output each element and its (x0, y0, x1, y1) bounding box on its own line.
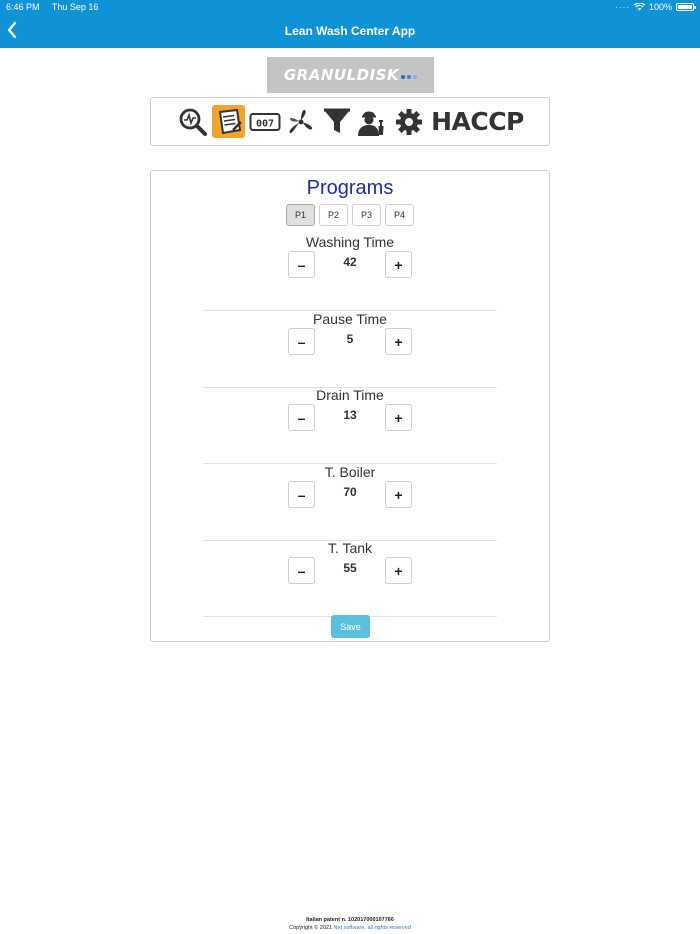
field-label: Drain Time (316, 387, 384, 403)
status-bar-left: 6:46 PM Thu Sep 16 (6, 2, 108, 12)
checklist-icon[interactable] (212, 105, 246, 138)
company-link[interactable]: Net software, all rights reserved (334, 925, 411, 931)
increment-button[interactable]: + (385, 251, 412, 278)
pause-time-field: Pause Time – 5 + (203, 311, 497, 388)
function-toolbar: 007 HACCP (150, 97, 550, 146)
status-date: Thu Sep 16 (51, 2, 99, 12)
washing-time-stepper: – 42 + (203, 251, 497, 279)
field-value: 70 (343, 485, 357, 499)
field-value: 42 (343, 255, 357, 269)
field-label: Washing Time (305, 234, 395, 250)
decrement-button[interactable]: – (288, 557, 315, 584)
washing-time-field: Washing Time – 42 + (203, 234, 497, 311)
battery-icon (676, 3, 696, 11)
field-label: T. Boiler (324, 464, 376, 480)
decrement-button[interactable]: – (288, 251, 315, 278)
drain-time-field: Drain Time – 13 + (203, 387, 497, 464)
field-label: Pause Time (313, 311, 387, 327)
programs-title: Programs (306, 177, 394, 199)
tab-p4[interactable]: P4 (385, 204, 414, 226)
filter-icon[interactable] (320, 105, 353, 138)
field-value: 55 (343, 561, 357, 575)
footer: Italian patent n. 102017000107766 Copyri… (0, 916, 700, 932)
programs-panel: Programs P1 P2 P3 P4 Washing Time – 42 +… (150, 170, 550, 642)
wifi-icon (633, 3, 645, 11)
fan-icon[interactable] (284, 105, 317, 138)
field-value: 13 (343, 408, 357, 422)
increment-button[interactable]: + (385, 557, 412, 584)
field-value: 5 (346, 332, 354, 346)
counter-icon[interactable]: 007 (248, 105, 281, 138)
app-header: 6:46 PM Thu Sep 16 ···· 100% Lean Wash C… (0, 0, 700, 48)
page-title: Lean Wash Center App (284, 24, 416, 38)
decrement-button[interactable]: – (288, 328, 315, 355)
boiler-temp-stepper: – 70 + (203, 481, 497, 509)
drain-time-stepper: – 13 + (203, 404, 497, 432)
logo-dots-icon (401, 75, 418, 79)
program-tabs: P1 P2 P3 P4 (151, 204, 549, 226)
haccp-button[interactable]: HACCP (431, 107, 524, 136)
search-graph-icon[interactable] (176, 105, 209, 138)
increment-button[interactable]: + (385, 481, 412, 508)
status-bar-right: ···· 100% (615, 2, 696, 12)
field-label: T. Tank (327, 540, 373, 556)
decrement-button[interactable]: – (288, 404, 315, 431)
copyright-line: Copyright © 2021 Net software, all right… (0, 924, 700, 932)
signal-dots-icon: ···· (615, 2, 630, 12)
patent-text: Italian patent n. 102017000107766 (306, 917, 394, 923)
tab-p2[interactable]: P2 (319, 204, 348, 226)
pause-time-stepper: – 5 + (203, 328, 497, 356)
logo-text: GRANULDISK (283, 66, 400, 84)
boiler-temp-field: T. Boiler – 70 + (203, 464, 497, 541)
increment-button[interactable]: + (385, 328, 412, 355)
tab-p1[interactable]: P1 (286, 204, 315, 226)
tab-p3[interactable]: P3 (352, 204, 381, 226)
battery-percent: 100% (648, 2, 672, 12)
granuldisk-logo: GRANULDISK (267, 57, 434, 93)
save-button[interactable]: Save (331, 615, 370, 638)
technician-icon[interactable] (356, 105, 389, 138)
increment-button[interactable]: + (385, 404, 412, 431)
tank-temp-stepper: – 55 + (203, 557, 497, 585)
svg-text:007: 007 (256, 118, 274, 129)
status-time: 6:46 PM (6, 2, 40, 12)
gear-icon[interactable] (392, 105, 425, 138)
decrement-button[interactable]: – (288, 481, 315, 508)
copyright-text: Copyright © 2021 (289, 925, 332, 931)
tank-temp-field: T. Tank – 55 + (203, 540, 497, 617)
